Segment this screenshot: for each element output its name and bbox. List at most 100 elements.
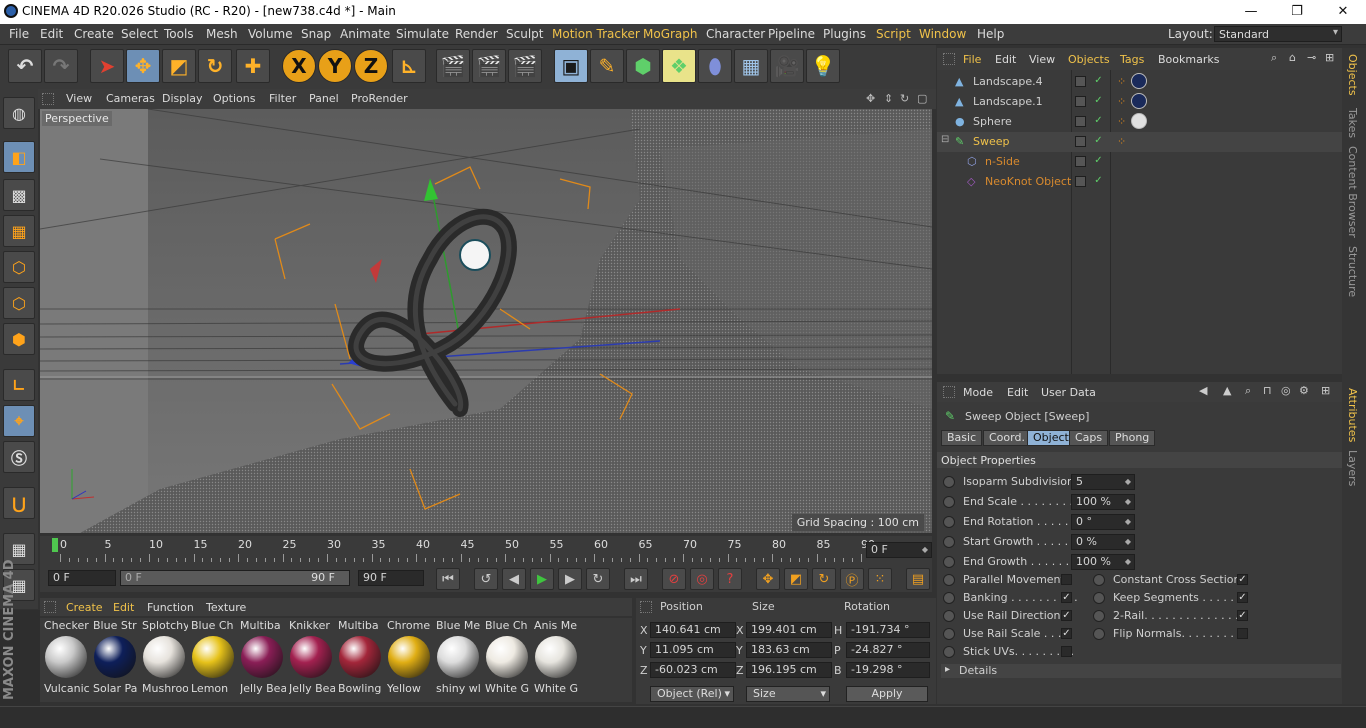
maximize-button[interactable]: ❐ <box>1274 0 1320 24</box>
viewport-zoom-icon[interactable]: ⇕ <box>884 92 893 105</box>
checkbox[interactable]: ✓ <box>1237 592 1248 603</box>
size-field[interactable]: 199.401 cm <box>746 622 832 638</box>
animate-radio[interactable] <box>1093 592 1105 604</box>
editor-visibility-dot[interactable] <box>1075 176 1086 187</box>
viewport[interactable]: Perspective Grid Spacing : 100 cm <box>40 109 932 533</box>
checkbox[interactable] <box>1237 628 1248 639</box>
material-swatch[interactable]: Blue Ch White G <box>483 618 531 700</box>
next-key-button[interactable]: ↻ <box>586 568 610 590</box>
object-row[interactable]: ● Sphere ✓ ⁘ <box>937 112 1342 132</box>
rotate-button[interactable]: ↻ <box>198 49 232 83</box>
record-keys-button[interactable]: ⊘ <box>662 568 686 590</box>
animate-radio[interactable] <box>943 574 955 586</box>
checkbox[interactable] <box>1061 574 1072 585</box>
deformer-button[interactable]: ⬮ <box>698 49 732 83</box>
property-field[interactable]: 0 ° ◆ <box>1071 514 1135 530</box>
link-icon[interactable]: ⊸ <box>1307 51 1316 64</box>
viewport-menu-display[interactable]: Display <box>162 92 203 105</box>
rotation-field[interactable]: -191.734 ° <box>846 622 930 638</box>
key-pla-button[interactable]: ⁙ <box>868 568 892 590</box>
animate-radio[interactable] <box>943 628 955 640</box>
material-swatch[interactable]: Multiba Bowling <box>336 618 384 700</box>
menu-edit[interactable]: Edit <box>40 27 63 41</box>
enabled-check-icon[interactable]: ✓ <box>1093 136 1104 147</box>
new-window-icon[interactable]: ⊞ <box>1321 384 1330 397</box>
collapse-icon[interactable]: ⊟ <box>941 134 949 145</box>
menu-snap[interactable]: Snap <box>301 27 331 41</box>
property-field[interactable]: 100 % ◆ <box>1071 554 1135 570</box>
menu-plugins[interactable]: Plugins <box>823 27 866 41</box>
coordinate-system-button[interactable]: ⊾ <box>392 49 426 83</box>
animate-radio[interactable] <box>943 610 955 622</box>
tab-attributes[interactable]: Attributes <box>1346 388 1359 442</box>
objects-menu-bookmarks[interactable]: Bookmarks <box>1158 53 1219 66</box>
tab-phong[interactable]: Phong <box>1109 430 1156 446</box>
key-rotation-button[interactable]: ↻ <box>812 568 836 590</box>
material-tag-icon[interactable] <box>1131 73 1147 89</box>
rotation-field[interactable]: -19.298 ° <box>846 662 930 678</box>
animate-radio[interactable] <box>943 536 955 548</box>
animate-radio[interactable] <box>943 476 955 488</box>
scale-button[interactable]: ◩ <box>162 49 196 83</box>
viewport-menu-options[interactable]: Options <box>213 92 255 105</box>
texture-mode-button[interactable]: ▩ <box>3 179 35 211</box>
autokey-button[interactable]: ◎ <box>690 568 714 590</box>
object-row[interactable]: ⊟ ✎ Sweep ✓ ⁘ <box>937 132 1342 152</box>
move-button[interactable]: ✥ <box>126 49 160 83</box>
material-menu-texture[interactable]: Texture <box>206 601 246 614</box>
material-swatch[interactable]: Knikker Jelly Bea <box>287 618 335 700</box>
make-editable-button[interactable]: ◍ <box>3 97 35 129</box>
enabled-check-icon[interactable]: ✓ <box>1093 176 1104 187</box>
checkbox[interactable]: ✓ <box>1061 628 1072 639</box>
search-icon[interactable]: ⌕ <box>1271 51 1277 65</box>
details-section[interactable]: ▸ Details <box>941 664 1341 678</box>
material-menu-function[interactable]: Function <box>147 601 194 614</box>
position-field[interactable]: 140.641 cm <box>650 622 736 638</box>
tab-content-browser[interactable]: Content Browser <box>1346 146 1359 238</box>
close-button[interactable]: ✕ <box>1320 0 1366 24</box>
animate-radio[interactable] <box>1093 574 1105 586</box>
menu-simulate[interactable]: Simulate <box>396 27 449 41</box>
material-menu-edit[interactable]: Edit <box>113 601 134 614</box>
material-swatch[interactable]: Splotchy Mushroo <box>140 618 188 700</box>
key-param-button[interactable]: Ⓟ <box>840 568 864 590</box>
goto-start-button[interactable]: ⏮ <box>436 568 460 590</box>
enabled-check-icon[interactable]: ✓ <box>1093 76 1104 87</box>
animate-radio[interactable] <box>943 516 955 528</box>
menu-script[interactable]: Script <box>876 27 911 41</box>
new-window-icon[interactable]: ⊞ <box>1325 51 1334 64</box>
material-swatch[interactable]: Blue Str Solar Pa <box>91 618 139 700</box>
checkbox[interactable] <box>1061 646 1072 657</box>
viewport-maximize-icon[interactable]: ▢ <box>917 92 927 105</box>
subdivision-button[interactable]: ⬢ <box>626 49 660 83</box>
polygons-mode-button[interactable]: ⬢ <box>3 323 35 355</box>
attr-menu-mode[interactable]: Mode <box>963 386 993 399</box>
camera-button[interactable]: 🎥 <box>770 49 804 83</box>
cube-button[interactable]: ▣ <box>554 49 588 83</box>
material-tag-icon[interactable] <box>1131 113 1147 129</box>
settings-icon[interactable]: ⚙ <box>1299 384 1309 397</box>
editor-visibility-dot[interactable] <box>1075 136 1086 147</box>
tab-caps[interactable]: Caps <box>1069 430 1109 446</box>
minimize-button[interactable]: — <box>1228 0 1274 24</box>
objects-menu-file[interactable]: File <box>963 53 981 66</box>
coords-mode-dropdown[interactable]: Object (Rel) ▾ <box>650 686 734 702</box>
object-row[interactable]: ▲ Landscape.4 ✓ ⁘ <box>937 72 1342 92</box>
viewport-menu-panel[interactable]: Panel <box>309 92 339 105</box>
floor-button[interactable]: ▦ <box>734 49 768 83</box>
solo-button[interactable]: Ⓢ <box>3 441 35 473</box>
recent-tools-button[interactable]: ✚ <box>236 49 270 83</box>
editor-visibility-dot[interactable] <box>1075 116 1086 127</box>
menu-help[interactable]: Help <box>977 27 1004 41</box>
viewport-menu-prorender[interactable]: ProRender <box>351 92 408 105</box>
viewport-menu-filter[interactable]: Filter <box>269 92 296 105</box>
material-swatch[interactable]: Chrome Yellow <box>385 618 433 700</box>
checkbox[interactable]: ✓ <box>1237 610 1248 621</box>
tab-coord[interactable]: Coord. <box>983 430 1031 446</box>
enabled-check-icon[interactable]: ✓ <box>1093 96 1104 107</box>
checkbox[interactable]: ✓ <box>1237 574 1248 585</box>
object-row[interactable]: ⬡ n-Side ✓ <box>937 152 1342 172</box>
objects-menu-edit[interactable]: Edit <box>995 53 1016 66</box>
cloner-button[interactable]: ❖ <box>662 49 696 83</box>
objects-menu-objects[interactable]: Objects <box>1068 53 1110 66</box>
